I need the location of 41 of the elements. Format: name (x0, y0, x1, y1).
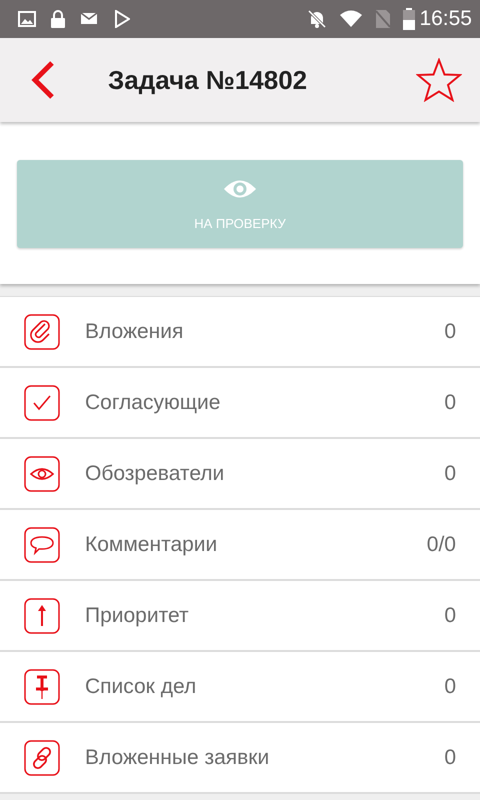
item-count: 0/0 (426, 532, 456, 556)
eye-icon (222, 178, 258, 200)
item-count: 0 (444, 320, 456, 344)
list-item[interactable]: Комментарии 0/0 (0, 510, 480, 581)
item-count: 0 (444, 604, 456, 628)
bell-off-icon (307, 9, 328, 29)
screen-title: Задача №14802 (108, 64, 308, 96)
item-label: Комментарии (85, 532, 218, 556)
item-count: 0 (444, 390, 456, 414)
list-item[interactable]: Список дел 0 (0, 652, 480, 723)
battery-icon (403, 8, 416, 30)
pushpin-icon (24, 668, 60, 704)
play-store-icon (114, 10, 130, 28)
back-icon[interactable] (30, 60, 56, 100)
list-item[interactable]: Вложения 0 (0, 297, 480, 368)
list-item[interactable]: Согласующие 0 (0, 368, 480, 439)
star-icon[interactable] (416, 58, 462, 102)
mail-icon (80, 12, 100, 26)
arrow-up-icon (24, 598, 60, 634)
item-count: 0 (444, 674, 456, 698)
item-label: Вложения (85, 320, 184, 344)
item-count: 0 (444, 746, 456, 770)
eye-icon (24, 456, 60, 492)
lock-icon (50, 9, 66, 29)
item-label: Вложенные заявки (85, 746, 270, 770)
no-sim-icon (375, 9, 392, 29)
item-label: Обозреватели (85, 462, 226, 486)
item-label: Список дел (85, 674, 198, 698)
speech-bubble-icon (24, 526, 60, 562)
item-label: Приоритет (85, 604, 190, 628)
paperclip-icon (24, 314, 60, 350)
clock-time: 16:55 (419, 7, 472, 31)
list-item[interactable]: Обозреватели 0 (0, 439, 480, 510)
link-icon (24, 740, 60, 776)
list-item[interactable]: Вложенные заявки 0 (0, 723, 480, 794)
list-item[interactable]: Приоритет 0 (0, 581, 480, 652)
wifi-icon (339, 10, 364, 28)
checkmark-icon (24, 384, 60, 420)
item-count: 0 (444, 462, 456, 486)
item-label: Согласующие (85, 390, 222, 414)
image-icon (18, 11, 36, 27)
